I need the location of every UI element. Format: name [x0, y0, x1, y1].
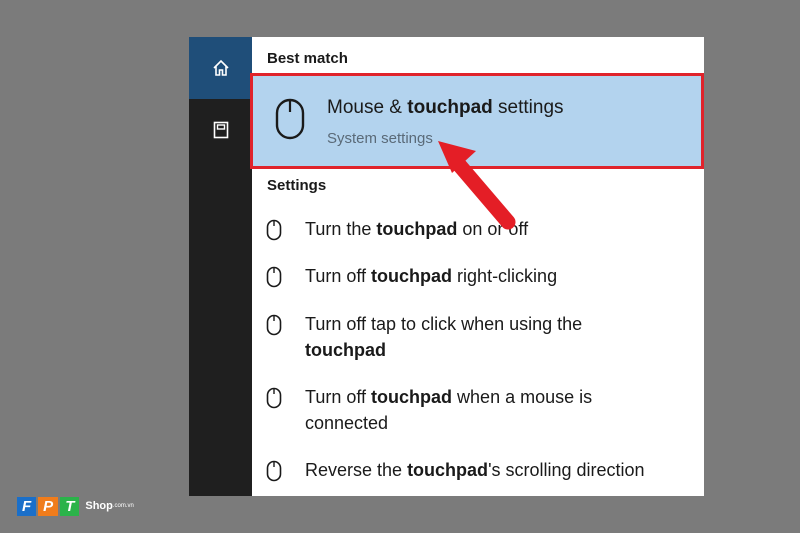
- notebook-button[interactable]: [189, 99, 252, 161]
- mouse-icon: [275, 98, 305, 140]
- mouse-icon: [266, 266, 282, 288]
- logo-letter: T: [60, 496, 80, 516]
- best-match-subtitle: System settings: [327, 130, 433, 147]
- settings-item-label: Turn the touchpad on or off: [305, 219, 529, 239]
- notebook-icon: [213, 121, 228, 139]
- best-match-heading: Best match: [267, 50, 348, 67]
- results-list: Best match Mouse & touchpad settings Sys…: [250, 37, 704, 496]
- logo-shop-text: Shop: [85, 500, 113, 512]
- fpt-shop-logo: F P T Shop .com.vn: [17, 494, 137, 518]
- settings-item-label: Turn off tap to click when using the tou…: [305, 314, 583, 360]
- settings-item-label: Turn off touchpad right-clicking: [305, 266, 558, 286]
- left-rail: [189, 37, 252, 496]
- home-button[interactable]: [189, 37, 252, 99]
- settings-heading: Settings: [267, 177, 327, 194]
- mouse-icon: [266, 219, 282, 241]
- settings-item-label: Reverse the touchpad's scrolling directi…: [305, 460, 645, 480]
- settings-item-label: Turn off touchpad when a mouse is connec…: [305, 387, 593, 433]
- home-icon: [212, 59, 229, 76]
- logo-domain-text: .com.vn: [112, 503, 134, 509]
- logo-letter: P: [38, 496, 59, 516]
- mouse-icon: [266, 314, 282, 336]
- mouse-icon: [266, 387, 282, 409]
- mouse-icon: [266, 460, 282, 482]
- search-results-panel: Best match Mouse & touchpad settings Sys…: [189, 37, 704, 496]
- best-match-title: Mouse & touchpad settings: [327, 97, 564, 118]
- best-match-item[interactable]: Mouse & touchpad settings System setting…: [250, 73, 704, 169]
- logo-letter: F: [17, 496, 37, 516]
